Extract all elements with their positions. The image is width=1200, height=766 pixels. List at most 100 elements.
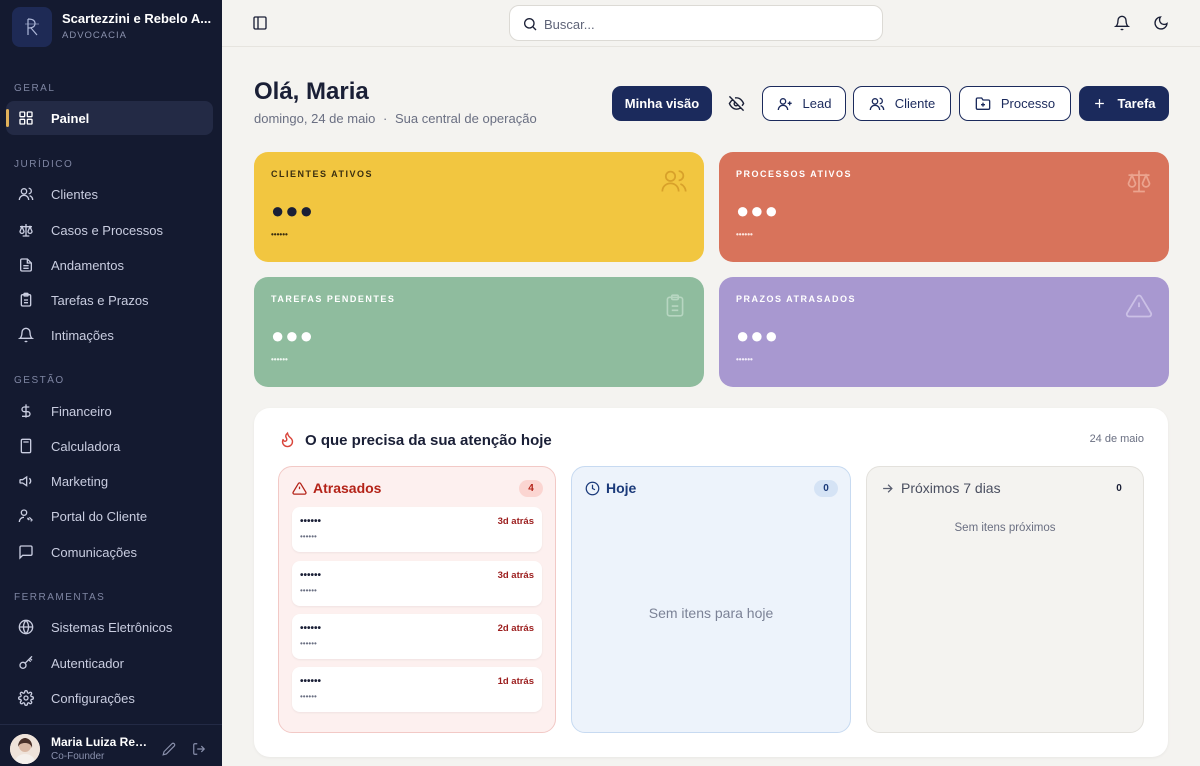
item-title: •••••• — [300, 516, 322, 527]
document-icon — [20, 258, 32, 272]
flame-icon — [281, 431, 294, 448]
user-plus-icon — [777, 97, 792, 110]
stat-card-tarefas[interactable]: TAREFAS PENDENTES ●●● •••••• — [254, 277, 704, 387]
list-item[interactable]: •••••• •••••• 2d atrás — [292, 614, 542, 659]
bell-icon — [1114, 15, 1130, 31]
sidebar-item-label: Autenticador — [51, 656, 124, 671]
item-sub: •••••• — [300, 639, 317, 648]
sidebar-item-intimacoes[interactable]: Intimações — [6, 318, 213, 352]
edit-profile-button[interactable] — [158, 738, 180, 760]
item-age: 1d atrás — [497, 676, 534, 687]
stat-card-processos[interactable]: PROCESSOS ATIVOS ●●● •••••• — [719, 152, 1169, 262]
column-label: Próximos 7 dias — [901, 480, 1001, 496]
subtitle-text: Sua central de operação — [395, 111, 537, 126]
toggle-sidebar-button[interactable] — [249, 12, 271, 34]
button-label: Cliente — [894, 96, 936, 111]
column-proximos: Próximos 7 dias 0 Sem itens próximos — [866, 466, 1144, 733]
user-role: Co-Founder — [51, 751, 105, 762]
sidebar-item-configuracoes[interactable]: Configurações — [6, 681, 213, 715]
brand-logo — [12, 7, 52, 47]
sidebar-item-autenticador[interactable]: Autenticador — [6, 646, 213, 680]
sidebar-item-painel[interactable]: Painel — [6, 101, 213, 135]
page-title: Olá, Maria — [254, 78, 369, 105]
sidebar-item-marketing[interactable]: Marketing — [6, 464, 213, 498]
list-item[interactable]: •••••• •••••• 3d atrás — [292, 561, 542, 606]
item-title: •••••• — [300, 623, 322, 634]
topbar — [222, 0, 1200, 47]
pencil-icon — [162, 742, 176, 756]
logout-button[interactable] — [188, 738, 210, 760]
add-processo-button[interactable]: Processo — [959, 86, 1071, 121]
hide-values-button[interactable] — [725, 92, 747, 114]
sidebar-item-andamentos[interactable]: Andamentos — [6, 248, 213, 282]
scale-icon — [1127, 170, 1151, 193]
folder-plus-icon — [975, 96, 991, 110]
sidebar-item-label: Portal do Cliente — [51, 509, 148, 524]
panel-date: 24 de maio — [1089, 433, 1144, 445]
button-label: Processo — [1000, 96, 1056, 111]
count-badge: 0 — [814, 480, 838, 497]
add-lead-button[interactable]: Lead — [762, 86, 846, 121]
sidebar-item-financeiro[interactable]: Financeiro — [6, 394, 213, 428]
stat-sub: •••••• — [271, 355, 288, 364]
sidebar-item-label: Clientes — [51, 187, 98, 202]
column-label: Hoje — [606, 480, 637, 496]
stat-title: PRAZOS ATRASADOS — [736, 294, 857, 304]
plus-icon — [1095, 99, 1105, 108]
sidebar-panel-icon — [253, 16, 267, 30]
sidebar-item-label: Painel — [51, 111, 90, 126]
stat-value: ●●● — [271, 323, 314, 348]
sidebar-item-label: Andamentos — [51, 258, 124, 273]
theme-toggle-button[interactable] — [1150, 12, 1172, 34]
sidebar-item-clientes[interactable]: Clientes — [6, 177, 213, 211]
sidebar-item-label: Casos e Processos — [51, 223, 163, 238]
brand[interactable]: Scartezzini e Rebelo A... ADVOCACIA — [12, 7, 217, 47]
add-tarefa-button[interactable]: Tarefa — [1079, 86, 1169, 121]
separator: · — [383, 111, 388, 126]
add-cliente-button[interactable]: Cliente — [853, 86, 951, 121]
column-header: Próximos 7 dias — [880, 480, 1001, 496]
stat-sub: •••••• — [736, 355, 753, 364]
users-icon — [18, 187, 34, 201]
sidebar-item-sistemas[interactable]: Sistemas Eletrônicos — [6, 610, 213, 644]
sidebar-item-tarefas[interactable]: Tarefas e Prazos — [6, 283, 213, 317]
section-juridico: JURÍDICO — [14, 159, 74, 170]
current-date: domingo, 24 de maio — [254, 111, 376, 126]
column-header: Hoje — [585, 480, 636, 496]
warning-icon — [1125, 294, 1153, 318]
user-key-icon — [18, 509, 33, 523]
notifications-button[interactable] — [1111, 12, 1133, 34]
user-name: Maria Luiza Reb... — [51, 735, 151, 749]
column-hoje: Hoje 0 Sem itens para hoje — [571, 466, 851, 733]
sidebar-item-portal[interactable]: Portal do Cliente — [6, 499, 213, 533]
sidebar-item-label: Intimações — [51, 328, 114, 343]
sidebar-item-label: Tarefas e Prazos — [51, 293, 149, 308]
avatar[interactable] — [10, 734, 40, 764]
sidebar-item-casos[interactable]: Casos e Processos — [6, 213, 213, 247]
clock-icon — [585, 481, 600, 495]
item-sub: •••••• — [300, 586, 317, 595]
grid-icon — [19, 111, 33, 125]
stat-title: PROCESSOS ATIVOS — [736, 169, 853, 179]
search-input[interactable] — [544, 14, 864, 34]
item-age: 3d atrás — [497, 570, 534, 581]
warning-icon — [292, 481, 307, 495]
search-box[interactable] — [509, 5, 883, 41]
button-label: Minha visão — [624, 96, 700, 111]
moon-icon — [1154, 16, 1168, 30]
column-atrasados: Atrasados 4 •••••• •••••• 3d atrás •••••… — [278, 466, 556, 733]
sidebar-item-label: Marketing — [51, 474, 109, 489]
search-icon — [524, 18, 537, 31]
list-item[interactable]: •••••• •••••• 3d atrás — [292, 507, 542, 552]
sidebar: Scartezzini e Rebelo A... ADVOCACIA GERA… — [0, 0, 222, 766]
minha-visao-button[interactable]: Minha visão — [612, 86, 712, 121]
stat-card-clientes[interactable]: CLIENTES ATIVOS ●●● •••••• — [254, 152, 704, 262]
item-age: 3d atrás — [497, 516, 534, 527]
stat-card-prazos[interactable]: PRAZOS ATRASADOS ●●● •••••• — [719, 277, 1169, 387]
sidebar-item-calculadora[interactable]: Calculadora — [6, 429, 213, 463]
logout-icon — [193, 743, 206, 755]
item-sub: •••••• — [300, 692, 317, 701]
list-item[interactable]: •••••• •••••• 1d atrás — [292, 667, 542, 712]
attention-panel: O que precisa da sua atenção hoje 24 de … — [254, 408, 1168, 757]
sidebar-item-comunicacoes[interactable]: Comunicações — [6, 535, 213, 569]
